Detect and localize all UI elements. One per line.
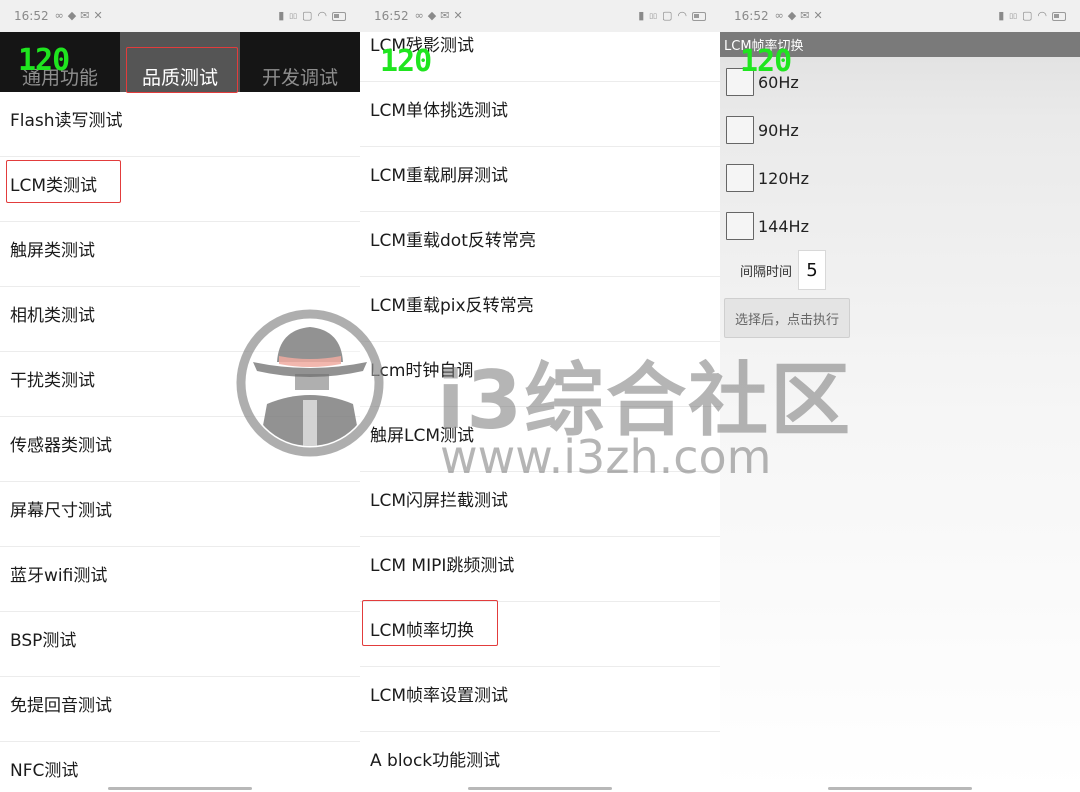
option-label: 144Hz [758, 216, 809, 236]
list-item[interactable]: LCM帧率设置测试 [360, 667, 720, 732]
tools-icon: ✕ [93, 9, 103, 22]
tab-label: 开发调试 [261, 67, 338, 89]
list-item[interactable]: 屏幕尺寸测试 [0, 482, 360, 547]
highlight-box [362, 600, 498, 646]
panel-lcm-tests: 16:52 ∞ ◆ ✉ ✕ ▮ ▯▯ ▢ ◠ 120 LCM残影测试 LCM单体… [360, 0, 720, 792]
panel-frame-rate-switch: 16:52 ∞ ◆ ✉ ✕ ▮ ▯▯ ▢ ◠ LCM帧率切换 120 60Hz … [720, 0, 1080, 792]
item-label: 屏幕尺寸测试 [10, 500, 112, 521]
gesture-bar[interactable] [828, 787, 972, 790]
highlight-box [126, 47, 238, 93]
list-item[interactable]: 触屏LCM测试 [360, 407, 720, 472]
battery-icon [332, 11, 346, 21]
list-item[interactable]: 干扰类测试 [0, 352, 360, 417]
item-label: Flash读写测试 [10, 110, 123, 131]
status-bar: 16:52 ∞ ◆ ✉ ✕ ▮ ▯▯ ▢ ◠ [720, 0, 1080, 32]
list-item[interactable]: Flash读写测试 [0, 92, 360, 157]
list-item[interactable]: LCM重载dot反转常亮 [360, 212, 720, 277]
list-item[interactable]: 相机类测试 [0, 287, 360, 352]
shield-icon: ◆ [787, 9, 797, 22]
item-label: 免提回音测试 [10, 695, 112, 716]
list-item[interactable]: 传感器类测试 [0, 417, 360, 482]
execute-button[interactable]: 选择后，点击执行 [724, 298, 850, 338]
option-144hz[interactable]: 144Hz [726, 212, 809, 240]
item-label: 相机类测试 [10, 305, 95, 326]
item-label: 干扰类测试 [10, 370, 95, 391]
list-item[interactable]: BSP测试 [0, 612, 360, 677]
item-label: NFC测试 [10, 760, 79, 781]
battery-icon [1052, 11, 1066, 21]
list-item[interactable]: LCM单体挑选测试 [360, 82, 720, 147]
status-time: 16:52 [14, 9, 49, 23]
network-speed-icon: ▯▯ [289, 11, 297, 20]
item-label: LCM单体挑选测试 [370, 100, 509, 121]
interval-row: 间隔时间 5 [740, 250, 827, 290]
list-item[interactable]: NFC测试 [0, 742, 360, 792]
item-label: LCM闪屏拦截测试 [370, 490, 509, 511]
item-label: 传感器类测试 [10, 435, 112, 456]
list-item[interactable]: LCM重载pix反转常亮 [360, 277, 720, 342]
item-label: LCM MIPI跳频测试 [370, 555, 515, 576]
interval-label: 间隔时间 [740, 264, 793, 280]
option-120hz[interactable]: 120Hz [726, 164, 809, 192]
vibrate-icon: ▮ [998, 9, 1005, 22]
mail-icon: ✉ [800, 9, 810, 22]
lcm-test-list: LCM残影测试 LCM单体挑选测试 LCM重载刷屏测试 LCM重载dot反转常亮… [360, 17, 720, 792]
list-item[interactable]: 蓝牙wifi测试 [0, 547, 360, 612]
item-label: A block功能测试 [370, 750, 501, 771]
status-time: 16:52 [734, 9, 769, 23]
fps-overlay: 120 [380, 44, 432, 79]
item-label: LCM重载pix反转常亮 [370, 295, 534, 316]
list-item[interactable]: A block功能测试 [360, 732, 720, 792]
list-item[interactable]: 触屏类测试 [0, 222, 360, 287]
option-label: 90Hz [758, 120, 799, 140]
tools-icon: ✕ [813, 9, 823, 22]
option-90hz[interactable]: 90Hz [726, 116, 799, 144]
item-label: LCM重载dot反转常亮 [370, 230, 536, 251]
list-item[interactable]: LCM重载刷屏测试 [360, 147, 720, 212]
sim-icon: ▢ [301, 9, 313, 22]
item-label: LCM重载刷屏测试 [370, 165, 509, 186]
list-item[interactable]: 免提回音测试 [0, 677, 360, 742]
gesture-bar[interactable] [468, 787, 612, 790]
item-label: 触屏LCM测试 [370, 425, 475, 446]
link-icon: ∞ [774, 9, 784, 22]
highlight-box [6, 160, 121, 203]
option-label: 120Hz [758, 168, 809, 188]
wifi-icon: ◠ [317, 9, 327, 22]
item-label: 触屏类测试 [10, 240, 95, 261]
list-item[interactable]: Lcm时钟自调 [360, 342, 720, 407]
checkbox[interactable] [726, 116, 754, 144]
panel-quality-tests: 16:52 ∞ ◆ ✉ ✕ ▮ ▯▯ ▢ ◠ 120 通用功能 品质测试 开发调… [0, 0, 360, 792]
network-speed-icon: ▯▯ [1009, 11, 1017, 20]
item-label: 蓝牙wifi测试 [10, 565, 108, 586]
checkbox[interactable] [726, 212, 754, 240]
gesture-bar[interactable] [108, 787, 252, 790]
item-label: BSP测试 [10, 630, 77, 651]
link-icon: ∞ [54, 9, 64, 22]
shield-icon: ◆ [67, 9, 77, 22]
item-label: LCM帧率设置测试 [370, 685, 509, 706]
vibrate-icon: ▮ [278, 9, 285, 22]
mail-icon: ✉ [80, 9, 90, 22]
checkbox[interactable] [726, 164, 754, 192]
status-bar: 16:52 ∞ ◆ ✉ ✕ ▮ ▯▯ ▢ ◠ [0, 0, 360, 32]
wifi-icon: ◠ [1037, 9, 1047, 22]
list-item[interactable]: LCM MIPI跳频测试 [360, 537, 720, 602]
interval-input[interactable]: 5 [798, 250, 827, 290]
item-label: Lcm时钟自调 [370, 360, 474, 381]
fps-overlay: 120 [740, 44, 792, 79]
fps-overlay: 120 [18, 43, 70, 78]
sim-icon: ▢ [1021, 9, 1033, 22]
list-item[interactable]: LCM闪屏拦截测试 [360, 472, 720, 537]
tab-developer[interactable]: 开发调试 [240, 32, 360, 92]
